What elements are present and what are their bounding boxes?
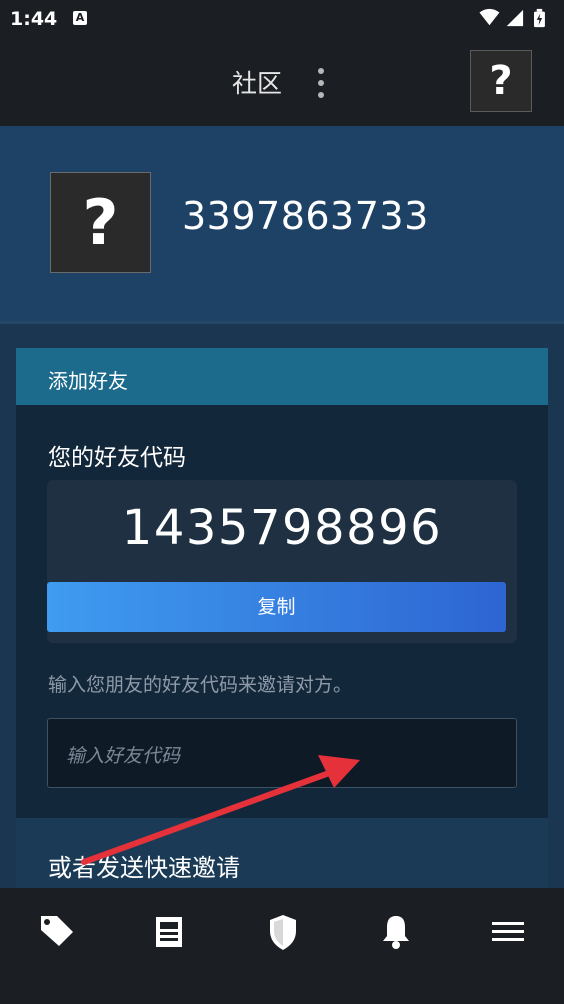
friend-code-label: 您的好友代码: [48, 445, 186, 471]
nav-menu[interactable]: [486, 912, 530, 952]
battery-icon: [534, 8, 545, 28]
bell-icon: [383, 916, 409, 949]
shield-icon: [270, 915, 296, 950]
friend-code-value: 1435798896: [121, 500, 443, 556]
app-bar: 社区 ?: [0, 38, 564, 126]
tag-icon: [41, 916, 73, 946]
hamburger-icon: [492, 922, 524, 941]
wifi-icon: [479, 8, 500, 26]
quick-invite-section[interactable]: 或者发送快速邀请: [16, 818, 548, 888]
nav-store[interactable]: [35, 912, 79, 952]
user-avatar-button[interactable]: ?: [470, 50, 532, 112]
page-title: 社区: [232, 69, 283, 98]
nav-news[interactable]: [148, 912, 192, 952]
bottom-nav: [0, 888, 564, 1004]
add-friend-card: 添加好友 您的好友代码 1435798896 复制 输入您朋友的好友代码来邀请对…: [16, 348, 548, 818]
profile-header: ? 3397863733: [0, 126, 564, 324]
friend-code-box: 1435798896 复制: [47, 480, 517, 643]
nav-guard[interactable]: [261, 912, 305, 952]
status-bar: 1:44 A: [0, 0, 564, 38]
profile-name: 3397863733: [182, 194, 429, 238]
signal-icon: [506, 9, 524, 27]
copy-button[interactable]: 复制: [47, 582, 506, 632]
invite-hint: 输入您朋友的好友代码来邀请对方。: [48, 674, 353, 696]
status-time: 1:44: [10, 8, 58, 30]
divider: [0, 321, 564, 324]
add-friend-title: 添加好友: [48, 369, 128, 393]
notification-a-icon: A: [73, 11, 87, 25]
quick-invite-label: 或者发送快速邀请: [48, 854, 240, 882]
nav-notifications[interactable]: [374, 912, 418, 952]
system-icons: [479, 8, 545, 28]
more-vert-icon[interactable]: [313, 65, 329, 101]
friend-code-input[interactable]: 输入好友代码: [47, 718, 517, 788]
news-icon: [156, 917, 182, 947]
add-friend-header: 添加好友: [16, 348, 548, 405]
profile-avatar: ?: [50, 172, 151, 273]
